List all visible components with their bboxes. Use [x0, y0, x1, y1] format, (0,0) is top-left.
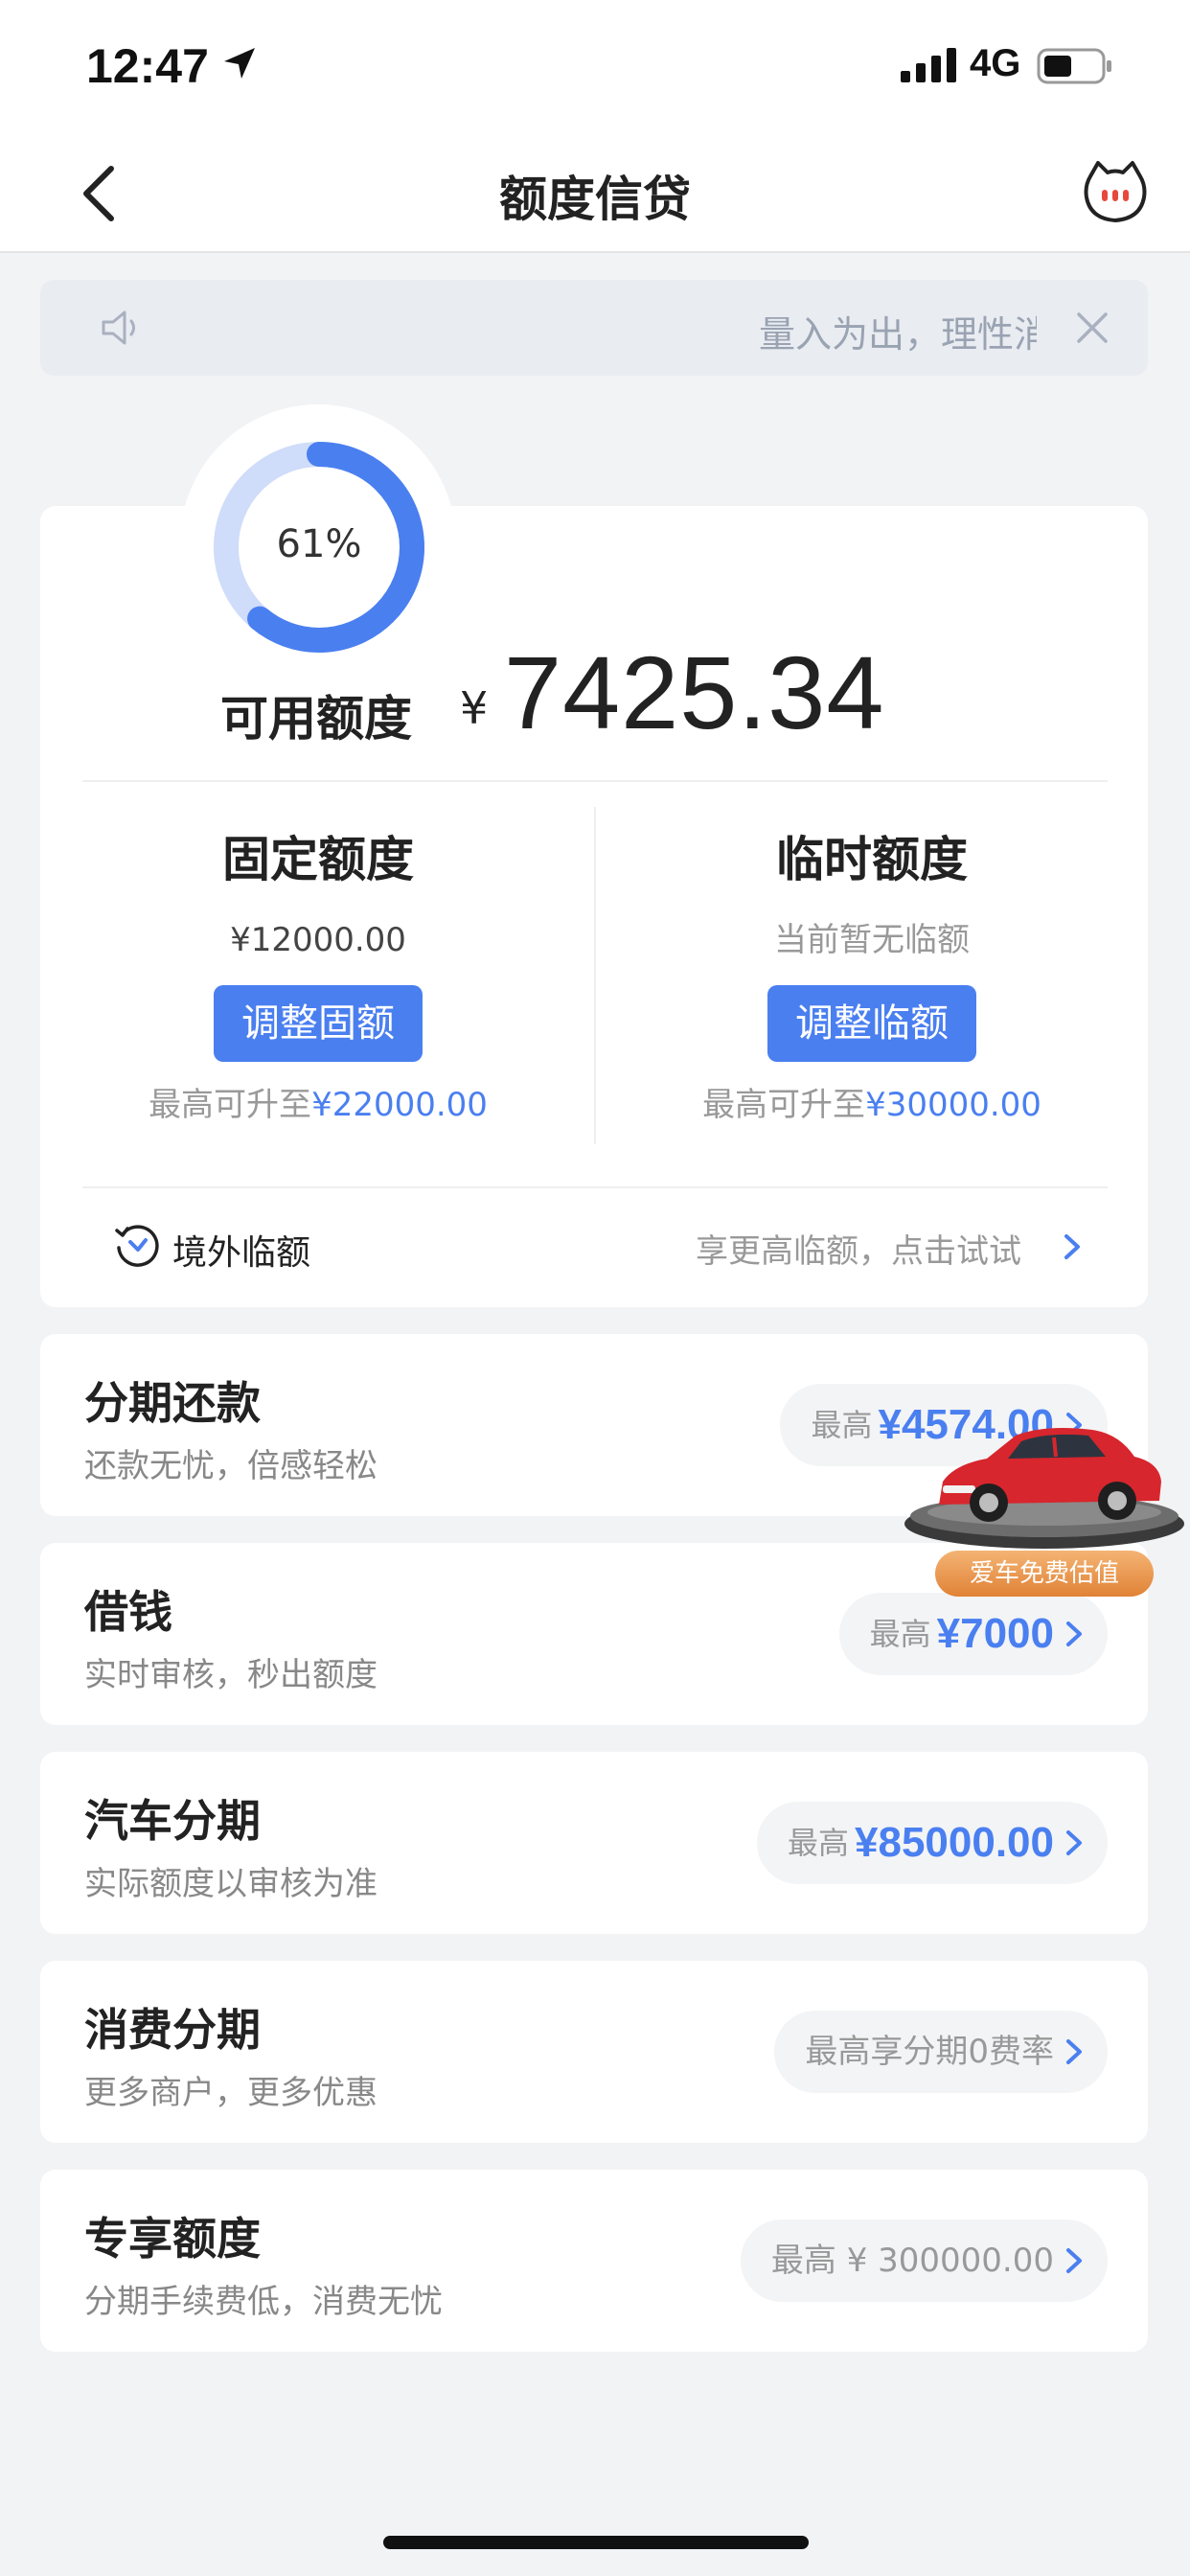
divider — [82, 780, 1108, 782]
car-valuation-ad[interactable]: 爱车免费估值 — [901, 1401, 1188, 1602]
product-title: 借钱 — [84, 1586, 172, 1638]
status-bar: 12:47 4G — [0, 0, 1190, 134]
fixed-limit-note: 最高可升至¥22000.00 — [59, 1083, 577, 1127]
chevron-right-icon — [1066, 1622, 1082, 1646]
adjust-temporary-button[interactable]: 调整临额 — [767, 985, 976, 1062]
overseas-clock-icon — [115, 1225, 159, 1267]
fixed-note-prefix: 最高可升至 — [149, 1086, 312, 1124]
pill-text: 最高 ¥ 300000.00 — [770, 2242, 1054, 2280]
product-subtitle: 实际额度以审核为准 — [84, 1865, 378, 1903]
product-exclusive-limit[interactable]: 专享额度 分期手续费低，消费无忧 最高 ¥ 300000.00 — [40, 2170, 1148, 2352]
divider-vertical — [594, 807, 596, 1144]
product-title: 分期还款 — [84, 1377, 261, 1429]
chevron-right-icon — [1066, 1830, 1082, 1855]
battery-icon — [1037, 48, 1111, 84]
product-subtitle: 更多商户，更多优惠 — [84, 2074, 378, 2112]
chevron-right-icon[interactable] — [1060, 1232, 1085, 1261]
fixed-limit-title: 固定额度 — [222, 832, 414, 887]
fixed-note-amount: ¥22000.00 — [311, 1086, 488, 1124]
temporary-note-prefix: 最高可升至 — [702, 1086, 866, 1124]
temporary-limit-section: 临时额度 当前暂无临额 调整临额 最高可升至¥30000.00 — [613, 826, 1131, 1127]
product-offer-pill[interactable]: 最高 ¥ 300000.00 — [740, 2220, 1108, 2302]
speaker-icon — [102, 310, 135, 345]
divider — [82, 1186, 1108, 1188]
temporary-limit-value: 当前暂无临额 — [774, 921, 970, 959]
page-title: 额度信贷 — [499, 172, 691, 227]
car-valuation-label[interactable]: 爱车免费估值 — [935, 1551, 1154, 1597]
available-amount: 7425.34 — [504, 634, 885, 750]
customer-service-icon[interactable] — [1083, 157, 1148, 226]
product-subtitle: 还款无忧，倍感轻松 — [84, 1447, 378, 1485]
overseas-label[interactable]: 境外临额 — [172, 1225, 310, 1275]
nav-bar: 额度信贷 — [0, 134, 1190, 253]
product-limit-pill[interactable]: 最高 ¥85000.00 — [756, 1802, 1108, 1884]
product-title: 汽车分期 — [84, 1795, 261, 1847]
location-arrow-icon — [224, 48, 255, 79]
pill-prefix: 最高 — [787, 1825, 849, 1861]
product-limit-pill[interactable]: 最高 ¥7000 — [838, 1593, 1108, 1675]
fixed-limit-value: ¥12000.00 — [230, 921, 406, 959]
close-icon[interactable] — [1073, 309, 1111, 347]
pill-text: 最高享分期0费率 — [805, 2033, 1054, 2071]
temporary-limit-note: 最高可升至¥30000.00 — [613, 1083, 1131, 1127]
temporary-limit-title: 临时额度 — [776, 832, 968, 887]
notice-bar[interactable]: 量入为出，理性消费 — [40, 280, 1148, 376]
pill-amount: ¥85000.00 — [855, 1819, 1054, 1866]
product-subtitle: 分期手续费低，消费无忧 — [84, 2283, 443, 2321]
chevron-right-icon — [1066, 2248, 1082, 2273]
chevron-right-icon — [1066, 2039, 1082, 2064]
product-subtitle: 实时审核，秒出额度 — [84, 1656, 378, 1694]
status-time: 12:47 — [86, 39, 209, 93]
usage-percent: 61% — [276, 522, 362, 566]
overseas-hint[interactable]: 享更高临额，点击试试 — [696, 1225, 1021, 1272]
network-type: 4G — [970, 42, 1021, 84]
available-currency: ¥ — [460, 682, 489, 734]
pill-prefix: 最高 — [811, 1407, 873, 1443]
signal-icon — [901, 48, 956, 82]
product-title: 专享额度 — [84, 2213, 261, 2265]
product-car-installment[interactable]: 汽车分期 实际额度以审核为准 最高 ¥85000.00 — [40, 1752, 1148, 1934]
product-consumer-installment[interactable]: 消费分期 更多商户，更多优惠 最高享分期0费率 — [40, 1961, 1148, 2143]
adjust-fixed-button[interactable]: 调整固额 — [214, 985, 423, 1062]
available-label: 可用额度 — [220, 691, 412, 747]
home-indicator — [383, 2536, 809, 2549]
fixed-limit-section: 固定额度 ¥12000.00 调整固额 最高可升至¥22000.00 — [59, 826, 577, 1127]
notice-text: 量入为出，理性消费 — [759, 313, 1037, 356]
pill-amount: ¥7000 — [936, 1610, 1054, 1657]
pill-prefix: 最高 — [869, 1616, 931, 1652]
product-title: 消费分期 — [84, 2004, 261, 2056]
product-offer-pill[interactable]: 最高享分期0费率 — [774, 2011, 1108, 2093]
temporary-note-amount: ¥30000.00 — [865, 1086, 1041, 1124]
